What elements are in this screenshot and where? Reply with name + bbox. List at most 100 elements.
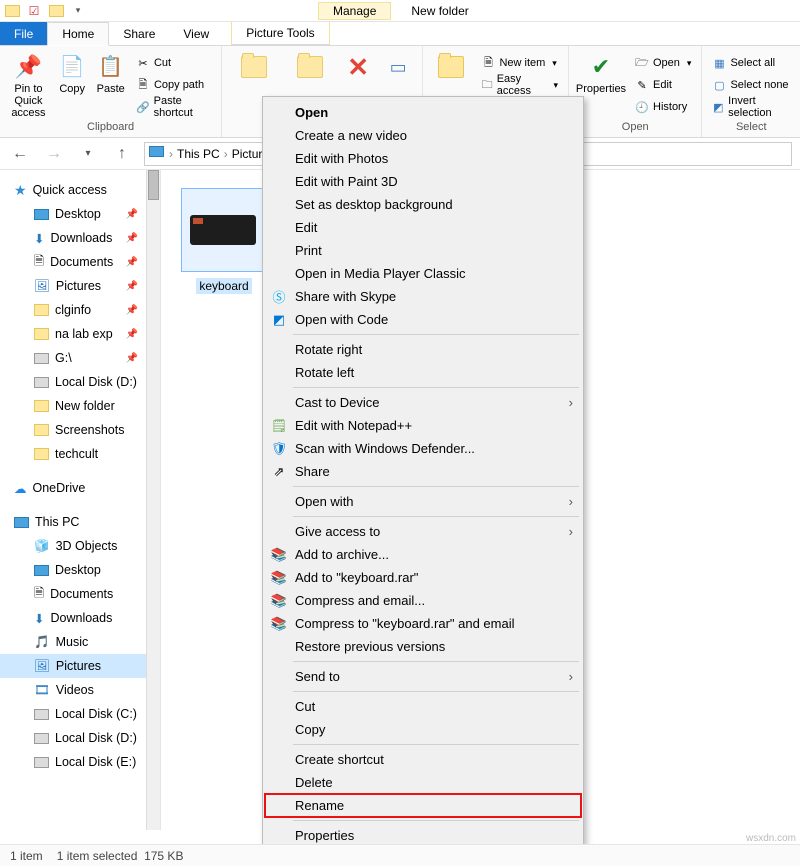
status-selection: 1 item selected 175 KB (57, 849, 184, 863)
sidebar-item-screenshots[interactable]: Screenshots (0, 418, 146, 442)
tab-file[interactable]: File (0, 22, 47, 45)
ctx-create-video[interactable]: Create a new video (265, 124, 581, 147)
sidebar-item-desktop[interactable]: Desktop📌 (0, 202, 146, 226)
sidebar-item-local-disk-d[interactable]: Local Disk (D:) (0, 370, 146, 394)
sidebar-item-clginfo[interactable]: clginfo📌 (0, 298, 146, 322)
breadcrumb-this-pc[interactable]: This PC (177, 147, 220, 161)
scroll-thumb[interactable] (148, 170, 159, 200)
new-item-button[interactable]: 🗎New item▾ (477, 53, 562, 73)
ctx-add-keyboard-rar[interactable]: 📚Add to "keyboard.rar" (265, 566, 581, 589)
sidebar-item-local-c[interactable]: Local Disk (C:) (0, 702, 146, 726)
sidebar-item-documents[interactable]: 🗎Documents📌 (0, 250, 146, 274)
select-none-button[interactable]: ▢Select none (708, 75, 794, 95)
tab-view[interactable]: View (169, 22, 223, 45)
ctx-compress-kb-email[interactable]: 📚Compress to "keyboard.rar" and email (265, 612, 581, 635)
group-open: ✔Properties 🗁Open▾ ✎Edit 🕘History Open (569, 46, 702, 137)
select-all-button[interactable]: ▦Select all (708, 53, 794, 73)
new-folder-button[interactable] (429, 50, 473, 95)
sidebar-item-videos[interactable]: 🎞Videos (0, 678, 146, 702)
scissors-icon: ✂ (136, 56, 150, 70)
forward-button[interactable]: → (42, 142, 66, 166)
ctx-set-background[interactable]: Set as desktop background (265, 193, 581, 216)
tab-picture-tools[interactable]: Picture Tools (231, 22, 329, 45)
ctx-send-to[interactable]: Send to› (265, 665, 581, 688)
copy-button[interactable]: 📄 Copy (55, 50, 90, 119)
tab-share[interactable]: Share (109, 22, 169, 45)
sidebar-item-pictures[interactable]: 🖼Pictures📌 (0, 274, 146, 298)
edit-button[interactable]: ✎Edit (631, 75, 695, 95)
up-button[interactable]: ↑ (110, 142, 134, 166)
sidebar-item-na-lab-exp[interactable]: na lab exp📌 (0, 322, 146, 346)
sidebar-item-desktop-2[interactable]: Desktop (0, 558, 146, 582)
ctx-copy[interactable]: Copy (265, 718, 581, 741)
invert-selection-button[interactable]: ◩Invert selection (708, 97, 794, 117)
pin-quick-access-button[interactable]: 📌 Pin to Quick access (6, 50, 51, 119)
sidebar-item-music[interactable]: 🎵Music (0, 630, 146, 654)
sidebar-this-pc[interactable]: This PC (0, 510, 146, 534)
sidebar-scrollbar[interactable] (146, 170, 160, 830)
videos-icon: 🎞 (34, 683, 50, 698)
ctx-create-shortcut[interactable]: Create shortcut (265, 748, 581, 771)
sidebar-item-local-e[interactable]: Local Disk (E:) (0, 750, 146, 774)
select-none-icon: ▢ (712, 78, 726, 92)
file-item-keyboard[interactable]: keyboard (181, 188, 267, 294)
sidebar-item-3d-objects[interactable]: 🧊3D Objects (0, 534, 146, 558)
sidebar-item-local-d[interactable]: Local Disk (D:) (0, 726, 146, 750)
documents-icon: 🗎 (34, 252, 44, 273)
ctx-share[interactable]: ⇗Share (265, 460, 581, 483)
tab-home[interactable]: Home (47, 22, 109, 46)
copy-path-button[interactable]: 🗎Copy path (132, 75, 215, 95)
delete-button[interactable]: ✕ (340, 50, 376, 80)
ctx-cut[interactable]: Cut (265, 695, 581, 718)
ctx-rotate-left[interactable]: Rotate left (265, 361, 581, 384)
ctx-edit[interactable]: Edit (265, 216, 581, 239)
sidebar-item-g-drive[interactable]: G:\📌 (0, 346, 146, 370)
ctx-rename[interactable]: Rename (265, 794, 581, 817)
chevron-right-icon: › (569, 395, 573, 410)
ctx-vscode[interactable]: ◩Open with Code (265, 308, 581, 331)
rename-button-ribbon[interactable]: ▭ (380, 50, 416, 80)
new-folder-icon[interactable] (48, 3, 64, 19)
ctx-open[interactable]: Open (265, 101, 581, 124)
paste-shortcut-button[interactable]: 🔗Paste shortcut (132, 97, 215, 117)
sidebar-item-new-folder[interactable]: New folder (0, 394, 146, 418)
ctx-rotate-right[interactable]: Rotate right (265, 338, 581, 361)
sidebar-item-pictures-2[interactable]: 🖼Pictures (0, 654, 146, 678)
ctx-open-with[interactable]: Open with› (265, 490, 581, 513)
move-to-button[interactable] (228, 50, 280, 80)
ctx-compress-email[interactable]: 📚Compress and email... (265, 589, 581, 612)
ctx-defender[interactable]: 🛡Scan with Windows Defender... (265, 437, 581, 460)
ctx-restore-versions[interactable]: Restore previous versions (265, 635, 581, 658)
back-button[interactable]: ← (8, 142, 32, 166)
properties-icon[interactable]: ☑ (26, 3, 42, 19)
ctx-add-archive[interactable]: 📚Add to archive... (265, 543, 581, 566)
sidebar-item-downloads-2[interactable]: ⬇Downloads (0, 606, 146, 630)
recent-locations-button[interactable]: ▾ (76, 142, 100, 166)
copy-icon: 📄 (59, 54, 85, 80)
delete-x-icon: ✕ (345, 54, 371, 80)
sidebar-item-documents-2[interactable]: 🗎Documents (0, 582, 146, 606)
ctx-print[interactable]: Print (265, 239, 581, 262)
sidebar-onedrive[interactable]: ☁OneDrive (0, 476, 146, 500)
open-button[interactable]: 🗁Open▾ (631, 53, 695, 73)
history-button[interactable]: 🕘History (631, 97, 695, 117)
paste-button[interactable]: 📋 Paste (93, 50, 128, 119)
ctx-mpc[interactable]: Open in Media Player Classic (265, 262, 581, 285)
easy-access-button[interactable]: 🗀Easy access▾ (477, 75, 562, 95)
ctx-skype[interactable]: ⓈShare with Skype (265, 285, 581, 308)
sidebar-item-techcult[interactable]: techcult (0, 442, 146, 466)
ctx-cast[interactable]: Cast to Device› (265, 391, 581, 414)
sidebar-quick-access[interactable]: ★Quick access (0, 178, 146, 202)
ctx-give-access[interactable]: Give access to› (265, 520, 581, 543)
ctx-edit-photos[interactable]: Edit with Photos (265, 147, 581, 170)
sidebar-item-downloads[interactable]: ⬇Downloads📌 (0, 226, 146, 250)
cut-button[interactable]: ✂Cut (132, 53, 215, 73)
chevron-right-icon: › (169, 147, 173, 161)
chevron-down-icon[interactable]: ▾ (70, 3, 86, 19)
properties-check-icon: ✔ (588, 54, 614, 80)
ctx-paint3d[interactable]: Edit with Paint 3D (265, 170, 581, 193)
pin-icon: 📌 (15, 54, 41, 80)
ctx-notepadpp[interactable]: 🗒Edit with Notepad++ (265, 414, 581, 437)
copy-to-button[interactable] (284, 50, 336, 80)
ctx-delete[interactable]: Delete (265, 771, 581, 794)
